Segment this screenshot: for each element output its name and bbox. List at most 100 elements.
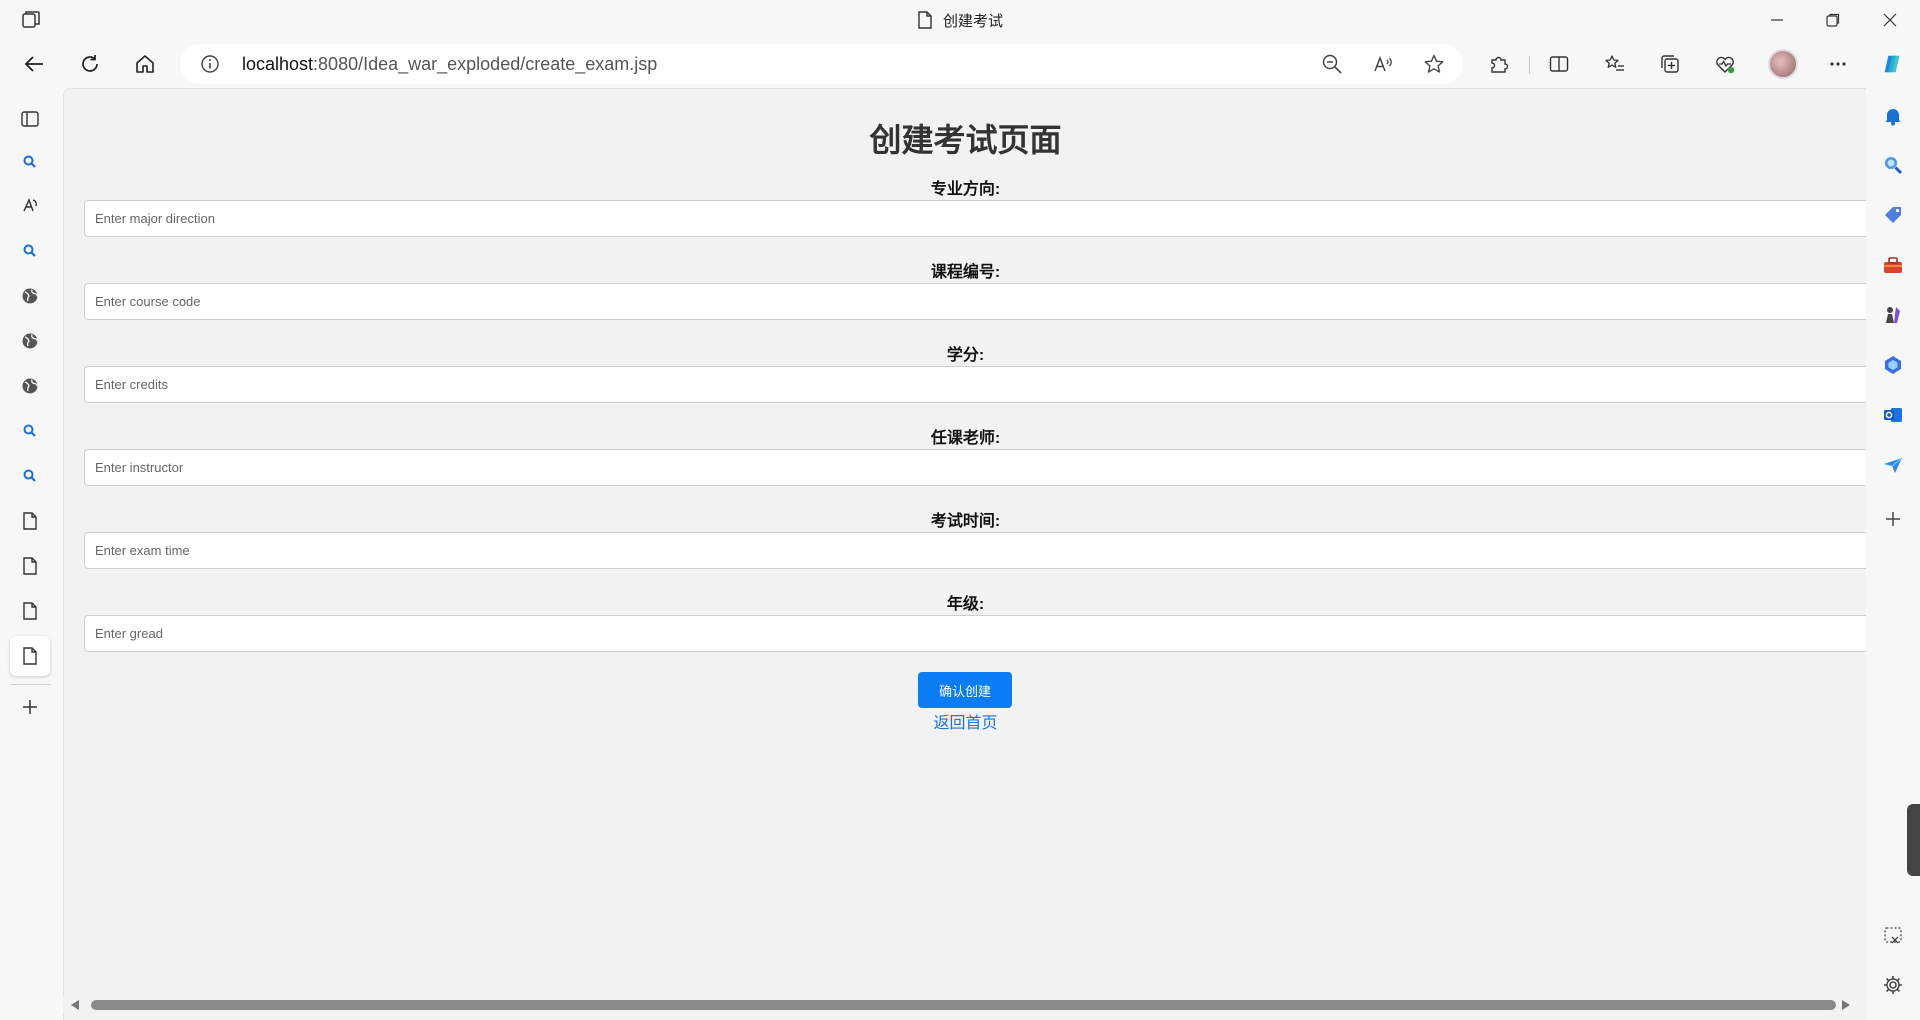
sidebar-games[interactable] [1878, 300, 1908, 330]
course-code-input[interactable] [84, 283, 1866, 320]
minimize-button[interactable] [1749, 0, 1805, 40]
back-button[interactable] [16, 46, 52, 82]
collections-button[interactable] [1652, 46, 1688, 82]
settings-more-button[interactable] [1820, 46, 1856, 82]
read-aloud-icon[interactable] [1371, 52, 1395, 76]
sidebar-send[interactable] [1878, 450, 1908, 480]
tab-actions-icon [21, 111, 39, 127]
favorites-button[interactable] [1597, 46, 1633, 82]
tab-globe-3[interactable] [10, 366, 50, 406]
url-text[interactable]: localhost:8080/Idea_war_exploded/create_… [242, 44, 657, 84]
tab-page-active[interactable] [10, 636, 50, 676]
instructor-input[interactable] [84, 449, 1866, 486]
exam-time-input[interactable] [84, 532, 1866, 569]
confirm-create-button[interactable]: 确认创建 [918, 672, 1012, 708]
zoom-out-icon[interactable] [1320, 52, 1344, 76]
scroll-right-icon[interactable] [1842, 1000, 1850, 1010]
sidebar-screenshot[interactable] [1878, 921, 1908, 951]
address-bar[interactable]: localhost:8080/Idea_war_exploded/create_… [180, 44, 1463, 84]
vertical-tab-strip [0, 88, 62, 1020]
major-direction-label: 专业方向: [930, 181, 1001, 198]
tab-page-1[interactable] [10, 501, 50, 541]
sidebar-notifications[interactable] [1878, 101, 1908, 131]
tab-globe-1[interactable] [10, 276, 50, 316]
tab-search-1[interactable] [10, 142, 50, 182]
sidebar-search[interactable] [1878, 150, 1908, 180]
sidebar-microsoft365[interactable] [1878, 350, 1908, 380]
tab-actions-button[interactable] [10, 99, 50, 139]
site-info-icon[interactable] [200, 54, 220, 74]
tab-search-2[interactable] [10, 231, 50, 271]
chess-piece-icon [1886, 307, 1900, 323]
grade-input[interactable] [84, 615, 1866, 652]
page-icon [918, 11, 932, 29]
sidebar-shopping[interactable] [1878, 200, 1908, 230]
browser-essentials-button[interactable] [1707, 46, 1743, 82]
edge-sidebar [1866, 88, 1920, 1020]
close-window-button[interactable] [1862, 0, 1918, 40]
scroll-left-icon[interactable] [71, 1000, 79, 1010]
price-tag-icon [1885, 207, 1901, 223]
sidebar-add-button[interactable] [1878, 504, 1908, 534]
globe-icon [22, 378, 39, 394]
heart-pulse-icon [1716, 56, 1735, 74]
tab-search-3[interactable] [10, 411, 50, 451]
arrow-left-icon [24, 56, 43, 72]
page-icon [23, 602, 37, 620]
search-icon [23, 469, 36, 482]
plus-icon [1886, 512, 1900, 526]
exam-time-label: 考试时间: [930, 513, 1001, 530]
home-button[interactable] [127, 46, 163, 82]
more-dots-icon [1830, 62, 1846, 66]
globe-icon [22, 288, 39, 304]
sidebar-outlook[interactable] [1878, 400, 1908, 430]
credits-input[interactable] [84, 366, 1866, 403]
plus-icon [23, 700, 37, 714]
favorite-star-icon[interactable] [1422, 52, 1446, 76]
search-icon [23, 155, 36, 168]
split-screen-button[interactable] [1541, 46, 1577, 82]
sidebar-settings[interactable] [1878, 970, 1908, 1000]
title-bar: 创建考试 [0, 0, 1920, 40]
search-icon [23, 424, 36, 437]
restore-button[interactable] [1805, 0, 1861, 40]
page-title: 创建考试页面 [869, 122, 1062, 158]
tab-page-2[interactable] [10, 546, 50, 586]
refresh-button[interactable] [72, 46, 108, 82]
back-home-link-text[interactable]: 返回首页 [933, 715, 997, 732]
restore-icon [1826, 13, 1840, 27]
tab-doc-ai[interactable] [10, 186, 50, 226]
sidebar-scroll-handle[interactable] [1907, 804, 1920, 876]
close-icon [1883, 13, 1897, 27]
search-icon [1885, 157, 1903, 175]
globe-icon [22, 333, 39, 349]
sidebar-tools[interactable] [1878, 250, 1908, 280]
outlook-icon [1884, 408, 1902, 422]
new-tab-button[interactable] [10, 687, 50, 727]
grade-label: 年级: [946, 596, 985, 613]
tab-title: 创建考试 [0, 0, 1920, 40]
horizontal-scrollbar[interactable] [63, 996, 1866, 1014]
page-viewport: 创建考试页面 专业方向: 课程编号: 学分: 任课老师: 考试时间: 年级: 确… [63, 88, 1866, 1020]
instructor-label: 任课老师: [930, 430, 1001, 447]
navigation-bar: localhost:8080/Idea_war_exploded/create_… [0, 40, 1920, 88]
extensions-button[interactable] [1481, 46, 1517, 82]
back-home-link: 返回首页 [64, 709, 1866, 733]
bell-icon [1885, 109, 1901, 126]
scrollbar-thumb[interactable] [91, 1000, 1836, 1010]
profile-avatar[interactable] [1768, 49, 1798, 79]
major-direction-input[interactable] [84, 200, 1866, 237]
tab-title-text: 创建考试 [942, 12, 1003, 30]
url-path: :8080/Idea_war_exploded/create_exam.jsp [313, 54, 658, 74]
tab-search-4[interactable] [10, 456, 50, 496]
copilot-button[interactable] [1874, 46, 1910, 82]
tab-globe-2[interactable] [10, 321, 50, 361]
url-host: localhost [242, 54, 314, 74]
credits-label: 学分: [946, 347, 985, 364]
tab-page-3[interactable] [10, 591, 50, 631]
toolbox-icon [1884, 257, 1902, 273]
toolbar-separator [1529, 56, 1530, 74]
tab-strip-separator [10, 684, 50, 685]
screenshot-icon [1884, 927, 1902, 944]
split-screen-icon [1549, 56, 1569, 72]
